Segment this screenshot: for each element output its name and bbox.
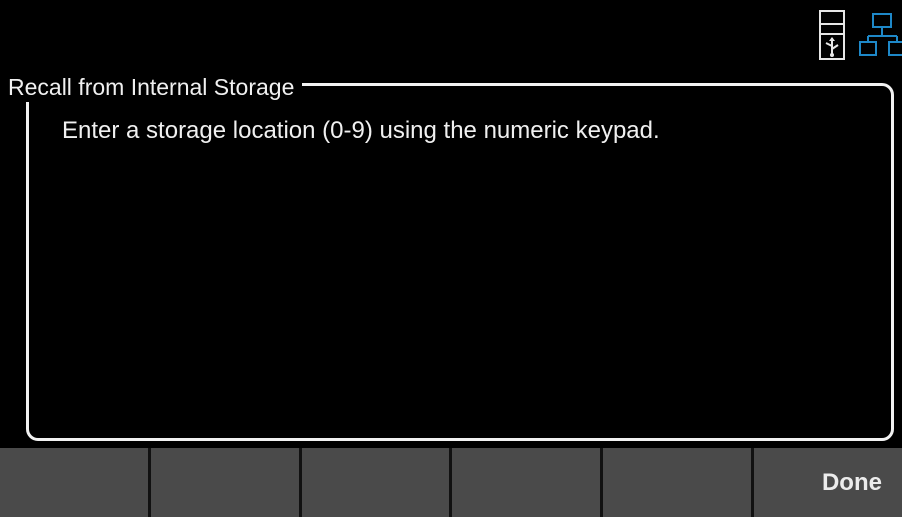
dialog-title: Recall from Internal Storage	[8, 72, 303, 102]
softkey-3[interactable]	[301, 448, 453, 517]
softkey-4[interactable]	[452, 448, 604, 517]
softkey-5[interactable]	[603, 448, 755, 517]
softkey-1[interactable]	[0, 448, 151, 517]
softkey-2[interactable]	[150, 448, 302, 517]
lan-network-icon	[859, 13, 902, 56]
usb-icon	[819, 10, 845, 60]
status-icons	[807, 8, 902, 60]
softkey-bar: Done	[0, 448, 902, 517]
dialog-message: Enter a storage location (0-9) using the…	[62, 117, 660, 144]
done-button[interactable]: Done	[754, 448, 902, 517]
instrument-screen: Recall from Internal Storage Enter a sto…	[0, 0, 902, 517]
